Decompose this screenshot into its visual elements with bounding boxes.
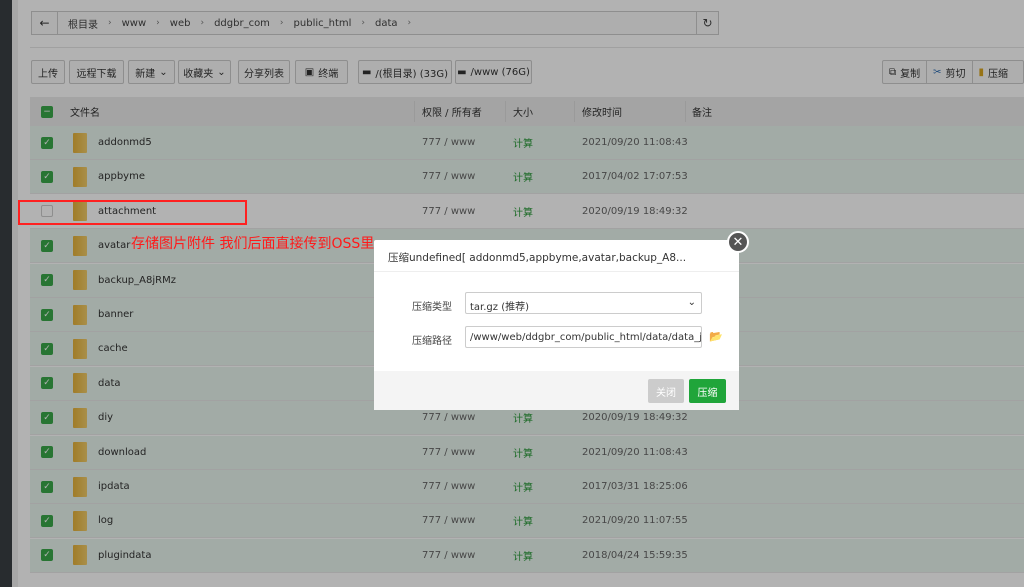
annotation-box xyxy=(18,200,247,225)
path-value: /www/web/ddgbr_com/public_html/data/data… xyxy=(470,332,702,343)
type-label: 压缩类型 xyxy=(412,302,452,313)
compress-submit-button[interactable]: 压缩 xyxy=(689,379,726,403)
folder-open-icon[interactable]: 📂 xyxy=(709,330,723,343)
chevron-down-icon: ⌄ xyxy=(687,297,696,308)
close-label: 关闭 xyxy=(656,387,676,399)
dialog-title: 压缩undefined[ addonmd5,appbyme,avatar,bac… xyxy=(374,240,739,272)
type-value: tar.gz (推荐) xyxy=(470,302,529,313)
annotation-text: 存储图片附件 我们后面直接传到OSS里 xyxy=(131,236,375,252)
close-button[interactable]: 关闭 xyxy=(648,379,684,403)
compress-path-input[interactable]: /www/web/ddgbr_com/public_html/data/data… xyxy=(465,326,702,348)
dialog-footer: 关闭 压缩 xyxy=(374,371,739,410)
submit-label: 压缩 xyxy=(697,387,718,399)
compress-dialog: 压缩undefined[ addonmd5,appbyme,avatar,bac… xyxy=(374,240,739,410)
path-label: 压缩路径 xyxy=(412,336,452,347)
close-icon[interactable]: ✕ xyxy=(727,231,749,253)
compress-type-select[interactable]: tar.gz (推荐) ⌄ xyxy=(465,292,702,314)
